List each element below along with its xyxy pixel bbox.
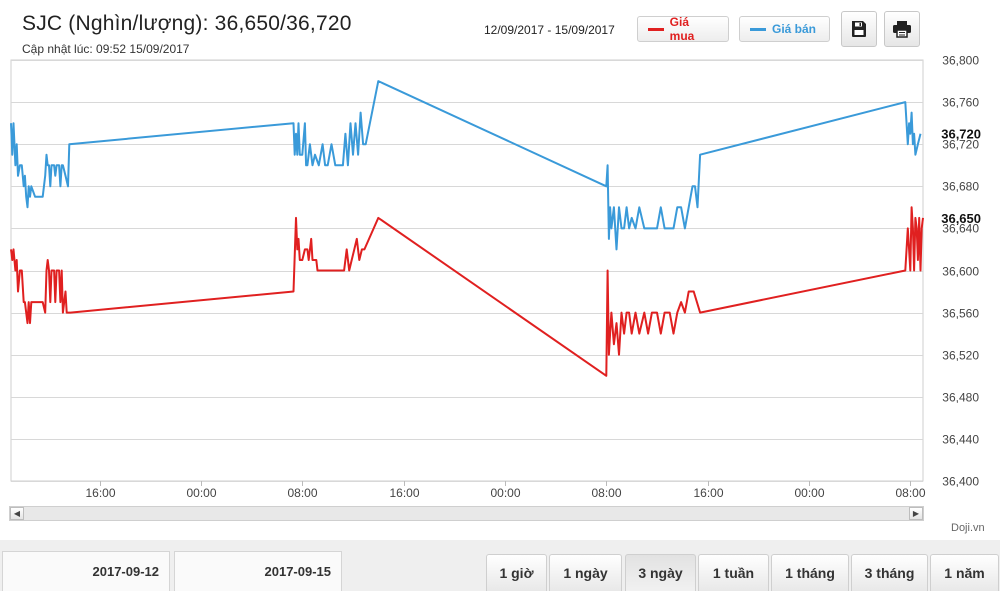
- scroll-thumb[interactable]: [24, 507, 909, 520]
- x-tick-label: 00:00: [186, 486, 216, 500]
- y-tick-label: 36,600: [942, 265, 979, 279]
- scroll-right-icon[interactable]: ▶: [909, 507, 923, 520]
- y-tick-label: 36,400: [942, 475, 979, 489]
- range-button-4[interactable]: 1 tháng: [771, 554, 849, 591]
- last-sell-label: 36,720: [941, 127, 981, 142]
- y-tick-label: 36,680: [942, 180, 979, 194]
- range-button-1[interactable]: 1 ngày: [549, 554, 622, 591]
- price-chart: 36,400 36,440 36,480 36,520 36,560 36,600 36,6…: [10, 54, 981, 500]
- plot-area: [10, 59, 924, 482]
- last-buy-label: 36,650: [941, 211, 981, 226]
- date-from-field[interactable]: 2017-09-12: [2, 551, 170, 591]
- y-tick-label: 36,440: [942, 433, 979, 447]
- x-tick-label: 00:00: [490, 486, 520, 500]
- y-tick-label: 36,480: [942, 391, 979, 405]
- range-button-5[interactable]: 3 tháng: [851, 554, 928, 591]
- range-button-6[interactable]: 1 năm: [930, 554, 999, 591]
- range-button-0[interactable]: 1 giờ: [486, 554, 547, 591]
- date-to-field[interactable]: 2017-09-15: [174, 551, 342, 591]
- x-tick-label: 16:00: [389, 486, 419, 500]
- x-tick-label: 16:00: [693, 486, 723, 500]
- x-tick-label: 08:00: [591, 486, 621, 500]
- y-tick-label: 36,760: [942, 96, 979, 110]
- x-tick-label: 16:00: [85, 486, 115, 500]
- source-label: Doji.vn: [951, 522, 985, 534]
- x-tick-label: 08:00: [287, 486, 317, 500]
- range-button-3[interactable]: 1 tuần: [698, 554, 769, 591]
- y-tick-label: 36,520: [942, 349, 979, 363]
- x-tick-label: 08:00: [895, 486, 925, 500]
- y-tick-label: 36,560: [942, 307, 979, 321]
- y-tick-label: 36,800: [942, 54, 979, 68]
- horizontal-scrollbar[interactable]: ◀ ▶: [9, 506, 924, 521]
- scroll-left-icon[interactable]: ◀: [10, 507, 24, 520]
- range-button-2[interactable]: 3 ngày: [625, 554, 696, 591]
- x-tick-label: 00:00: [794, 486, 824, 500]
